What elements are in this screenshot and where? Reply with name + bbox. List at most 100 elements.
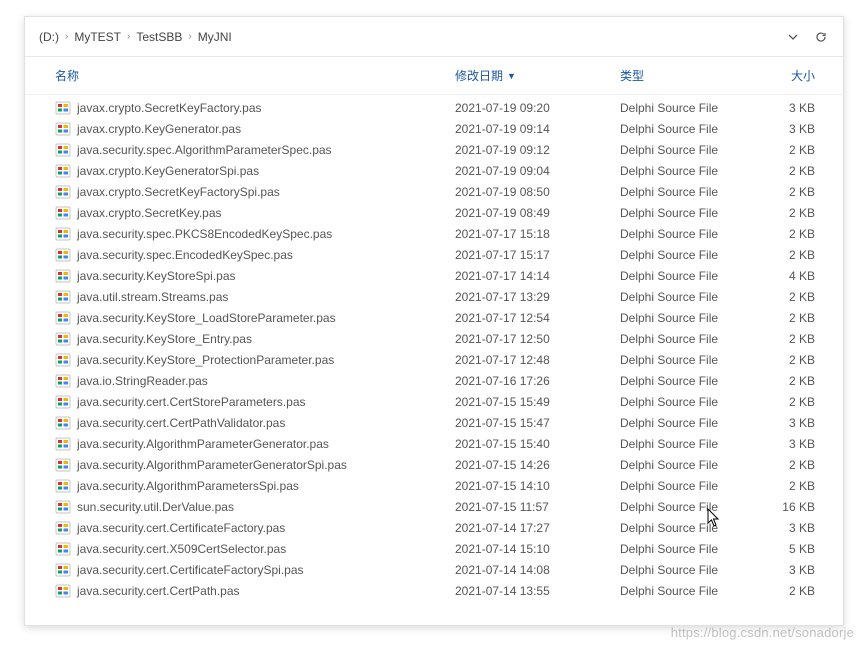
file-name: java.io.StringReader.pas [77,374,208,388]
file-size: 2 KB [750,206,815,220]
file-row[interactable]: java.security.cert.CertificateFactorySpi… [25,559,843,580]
file-date: 2021-07-19 08:49 [455,206,620,220]
column-header-date[interactable]: 修改日期 ▼ [455,67,620,84]
file-name: java.security.KeyStore_ProtectionParamet… [77,353,334,367]
delphi-file-icon [55,331,71,347]
column-header-name[interactable]: 名称 [55,67,455,84]
chevron-right-icon: › [188,31,191,42]
file-row[interactable]: java.security.AlgorithmParameterGenerato… [25,454,843,475]
delphi-file-icon [55,184,71,200]
file-name: java.security.spec.AlgorithmParameterSpe… [77,143,332,157]
file-date: 2021-07-16 17:26 [455,374,620,388]
file-row[interactable]: java.security.AlgorithmParameterGenerato… [25,433,843,454]
file-row[interactable]: java.security.cert.CertPath.pas2021-07-1… [25,580,843,601]
file-row[interactable]: sun.security.util.DerValue.pas2021-07-15… [25,496,843,517]
delphi-file-icon [55,457,71,473]
file-type: Delphi Source File [620,584,750,598]
breadcrumb-seg-2[interactable]: MyJNI [198,30,232,44]
file-date: 2021-07-19 09:04 [455,164,620,178]
delphi-file-icon [55,520,71,536]
file-date: 2021-07-15 15:40 [455,437,620,451]
file-row[interactable]: java.security.spec.AlgorithmParameterSpe… [25,139,843,160]
file-type: Delphi Source File [620,248,750,262]
file-type: Delphi Source File [620,101,750,115]
file-row[interactable]: java.security.spec.PKCS8EncodedKeySpec.p… [25,223,843,244]
file-date: 2021-07-15 14:26 [455,458,620,472]
file-row[interactable]: java.security.KeyStore_LoadStoreParamete… [25,307,843,328]
file-name: java.security.cert.CertificateFactorySpi… [77,563,304,577]
file-name: java.security.cert.CertPathValidator.pas [77,416,285,430]
file-size: 2 KB [750,332,815,346]
file-size: 5 KB [750,542,815,556]
file-name: java.security.cert.CertificateFactory.pa… [77,521,285,535]
file-type: Delphi Source File [620,416,750,430]
delphi-file-icon [55,310,71,326]
file-row[interactable]: javax.crypto.SecretKeyFactory.pas2021-07… [25,97,843,118]
explorer-window: (D:) › MyTEST › TestSBB › MyJNI 名称 修改日期 … [24,16,844,626]
file-type: Delphi Source File [620,437,750,451]
delphi-file-icon [55,289,71,305]
file-size: 16 KB [750,500,815,514]
file-row[interactable]: java.util.stream.Streams.pas2021-07-17 1… [25,286,843,307]
file-type: Delphi Source File [620,311,750,325]
breadcrumb-seg-0[interactable]: MyTEST [74,30,121,44]
file-date: 2021-07-15 15:49 [455,395,620,409]
column-header-name-label: 名称 [55,67,79,84]
file-type: Delphi Source File [620,269,750,283]
file-size: 2 KB [750,374,815,388]
file-type: Delphi Source File [620,374,750,388]
file-size: 2 KB [750,353,815,367]
file-row[interactable]: javax.crypto.SecretKey.pas2021-07-19 08:… [25,202,843,223]
file-row[interactable]: java.security.cert.CertificateFactory.pa… [25,517,843,538]
address-bar: (D:) › MyTEST › TestSBB › MyJNI [25,17,843,57]
file-row[interactable]: java.security.cert.CertStoreParameters.p… [25,391,843,412]
file-date: 2021-07-14 17:27 [455,521,620,535]
file-row[interactable]: java.security.KeyStore_ProtectionParamet… [25,349,843,370]
file-row[interactable]: javax.crypto.KeyGeneratorSpi.pas2021-07-… [25,160,843,181]
file-list[interactable]: javax.crypto.SecretKeyFactory.pas2021-07… [25,95,843,625]
file-row[interactable]: java.security.spec.EncodedKeySpec.pas202… [25,244,843,265]
file-size: 2 KB [750,185,815,199]
column-header-size[interactable]: 大小 [750,67,815,84]
file-row[interactable]: java.security.KeyStore_Entry.pas2021-07-… [25,328,843,349]
delphi-file-icon [55,562,71,578]
refresh-button[interactable] [807,23,835,51]
file-row[interactable]: java.security.cert.X509CertSelector.pas2… [25,538,843,559]
file-name: java.security.KeyStore_LoadStoreParamete… [77,311,336,325]
file-type: Delphi Source File [620,521,750,535]
file-date: 2021-07-17 15:18 [455,227,620,241]
breadcrumb[interactable]: (D:) › MyTEST › TestSBB › MyJNI [39,30,779,44]
file-date: 2021-07-15 15:47 [455,416,620,430]
column-header-size-label: 大小 [791,67,815,84]
file-date: 2021-07-17 13:29 [455,290,620,304]
column-header-type[interactable]: 类型 [620,67,750,84]
breadcrumb-seg-1[interactable]: TestSBB [136,30,182,44]
file-row[interactable]: javax.crypto.KeyGenerator.pas2021-07-19 … [25,118,843,139]
breadcrumb-drive[interactable]: (D:) [39,30,59,44]
file-row[interactable]: java.security.KeyStoreSpi.pas2021-07-17 … [25,265,843,286]
file-date: 2021-07-14 13:55 [455,584,620,598]
file-size: 2 KB [750,143,815,157]
file-date: 2021-07-15 14:10 [455,479,620,493]
delphi-file-icon [55,478,71,494]
file-size: 2 KB [750,227,815,241]
file-date: 2021-07-19 09:14 [455,122,620,136]
file-row[interactable]: java.io.StringReader.pas 2021-07-16 17:26… [25,370,843,391]
delphi-file-icon [55,394,71,410]
file-type: Delphi Source File [620,479,750,493]
file-row[interactable]: java.security.AlgorithmParametersSpi.pas… [25,475,843,496]
file-size: 3 KB [750,563,815,577]
file-name: java.security.spec.EncodedKeySpec.pas [77,248,293,262]
file-type: Delphi Source File [620,185,750,199]
file-name: java.security.AlgorithmParameterGenerato… [77,437,329,451]
file-size: 3 KB [750,437,815,451]
history-dropdown-button[interactable] [779,23,807,51]
file-size: 3 KB [750,521,815,535]
delphi-file-icon [55,499,71,515]
file-type: Delphi Source File [620,563,750,577]
file-row[interactable]: javax.crypto.SecretKeyFactorySpi.pas2021… [25,181,843,202]
file-type: Delphi Source File [620,122,750,136]
file-name: java.security.KeyStoreSpi.pas [77,269,236,283]
file-row[interactable]: java.security.cert.CertPathValidator.pas… [25,412,843,433]
file-date: 2021-07-15 11:57 [455,500,620,514]
